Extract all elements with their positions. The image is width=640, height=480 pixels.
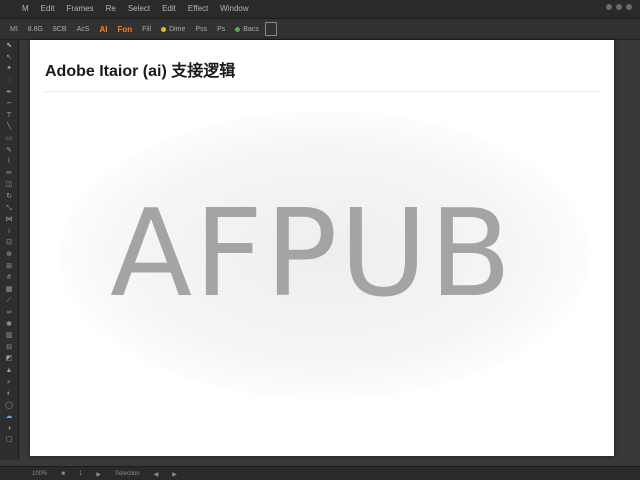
control-mi[interactable]: MI xyxy=(10,26,18,33)
rectangle-tool-icon[interactable]: ▭ xyxy=(0,133,18,145)
fill-swatch-icon[interactable]: ◐ xyxy=(0,388,18,400)
line-tool-icon[interactable]: ╲ xyxy=(0,121,18,133)
control-ps[interactable]: Ps xyxy=(217,26,225,33)
zoom-level[interactable]: 100% xyxy=(32,471,47,477)
menu-item-edit[interactable]: Edit xyxy=(41,0,55,18)
column-graph-tool-icon[interactable]: ▥ xyxy=(0,330,18,342)
control-pss[interactable]: Pss xyxy=(195,26,207,33)
selection-tool-icon[interactable]: ⬉ xyxy=(0,40,18,52)
status-prev-icon[interactable]: ◀ xyxy=(154,471,159,478)
current-tool-label: Selection xyxy=(114,471,140,477)
artboard-tool-icon[interactable]: ⊟ xyxy=(0,341,18,353)
menu-item-edit-2[interactable]: Edit xyxy=(162,0,176,18)
curvature-tool-icon[interactable]: ∽ xyxy=(0,98,18,110)
ai-logo-icon[interactable]: AI xyxy=(99,25,107,34)
scale-tool-icon[interactable]: ⤡ xyxy=(0,202,18,214)
control-88g[interactable]: 8.8G xyxy=(28,26,43,33)
close-button[interactable] xyxy=(626,4,632,10)
tools-panel: ⬉ ↖ ✦ ◌ ✒ ∽ T ╲ ▭ ✎ ⌇ ✏ ◫ ↻ ⤡ ⋈ ≀ ⊡ ⊕ ⊞ # ▦ ⟋ ∞ ✱ ▥ ⊟ ◩ ▲ ⌕ ◐ ◯ ☁ ◑ ▢ xyxy=(0,40,19,460)
artboard-next-icon[interactable]: ▶ xyxy=(96,471,101,478)
shape-builder-tool-icon[interactable]: ⊕ xyxy=(0,249,18,261)
slice-tool-icon[interactable]: ◩ xyxy=(0,353,18,365)
magic-wand-tool-icon[interactable]: ✦ xyxy=(0,63,18,75)
menu-bar: M Edit Frames Re Select Edit Effect Wind… xyxy=(0,0,640,19)
lasso-tool-icon[interactable]: ◌ xyxy=(0,75,18,87)
document-icon[interactable] xyxy=(264,22,277,36)
menu-item-window[interactable]: Window xyxy=(220,0,248,18)
status-next-icon[interactable]: ▶ xyxy=(172,471,177,478)
window-controls xyxy=(602,4,632,10)
perspective-grid-tool-icon[interactable]: ⊞ xyxy=(0,260,18,272)
illustrator-window: M Edit Frames Re Select Edit Effect Wind… xyxy=(0,0,640,480)
eraser-tool-icon[interactable]: ◫ xyxy=(0,179,18,191)
artwork-text[interactable]: AFPUB xyxy=(110,190,514,320)
warp-tool-icon[interactable]: ≀ xyxy=(0,226,18,238)
artboard-number[interactable]: 1 xyxy=(79,471,82,477)
stroke-swatch-icon[interactable]: ◯ xyxy=(0,399,18,411)
symbol-sprayer-tool-icon[interactable]: ✱ xyxy=(0,318,18,330)
pen-tool-icon[interactable]: ✒ xyxy=(0,86,18,98)
screen-mode-icon[interactable]: ▢ xyxy=(0,434,18,446)
eyedropper-tool-icon[interactable]: ⟋ xyxy=(0,295,18,307)
paintbrush-tool-icon[interactable]: ✎ xyxy=(0,144,18,156)
mesh-tool-icon[interactable]: # xyxy=(0,272,18,284)
menu-item-select[interactable]: Select xyxy=(128,0,150,18)
yellow-dot-icon xyxy=(161,26,167,32)
type-tool-icon[interactable]: T xyxy=(0,110,18,122)
color-mode-icon[interactable]: ◑ xyxy=(0,423,18,435)
status-bar: 100% ■ 1 ▶ Selection ◀ ▶ xyxy=(0,466,640,480)
green-dot-icon xyxy=(235,26,241,32)
rotate-tool-icon[interactable]: ↻ xyxy=(0,191,18,203)
width-tool-icon[interactable]: ⋈ xyxy=(0,214,18,226)
control-bacs[interactable]: Bacs xyxy=(235,26,259,33)
menu-item-effect[interactable]: Effect xyxy=(188,0,208,18)
cloud-tool-icon[interactable]: ☁ xyxy=(0,411,18,423)
gradient-tool-icon[interactable]: ▦ xyxy=(0,283,18,295)
control-8cb[interactable]: 8CB xyxy=(53,26,67,33)
blend-tool-icon[interactable]: ∞ xyxy=(0,307,18,319)
menu-item-m[interactable]: M xyxy=(22,0,29,18)
document-title: Adobe Itaior (ai) 支接逻辑 xyxy=(45,63,236,80)
control-dime-label: Dime xyxy=(169,25,186,33)
menu-item-re[interactable]: Re xyxy=(106,0,116,18)
free-transform-tool-icon[interactable]: ⊡ xyxy=(0,237,18,249)
maximize-button[interactable] xyxy=(616,4,622,10)
minimize-button[interactable] xyxy=(606,4,612,10)
direct-selection-tool-icon[interactable]: ↖ xyxy=(0,52,18,64)
status-item-2: ■ xyxy=(61,471,65,477)
title-divider xyxy=(44,91,600,92)
control-bacs-label: Bacs xyxy=(243,25,259,33)
menu-item-frames[interactable]: Frames xyxy=(66,0,93,18)
hand-tool-icon[interactable]: ▲ xyxy=(0,365,18,377)
control-dime[interactable]: Dime xyxy=(161,26,185,33)
pencil-tool-icon[interactable]: ✏ xyxy=(0,168,18,180)
shaper-tool-icon[interactable]: ⌇ xyxy=(0,156,18,168)
artboard[interactable]: Adobe Itaior (ai) 支接逻辑 AFPUB xyxy=(30,40,614,456)
control-fill[interactable]: Fill xyxy=(142,26,151,33)
control-fon[interactable]: Fon xyxy=(117,25,132,34)
control-acs[interactable]: AcS xyxy=(77,26,90,33)
control-bar: MI 8.8G 8CB AcS AI Fon Fill Dime Pss Ps … xyxy=(0,19,640,40)
zoom-tool-icon[interactable]: ⌕ xyxy=(0,376,18,388)
